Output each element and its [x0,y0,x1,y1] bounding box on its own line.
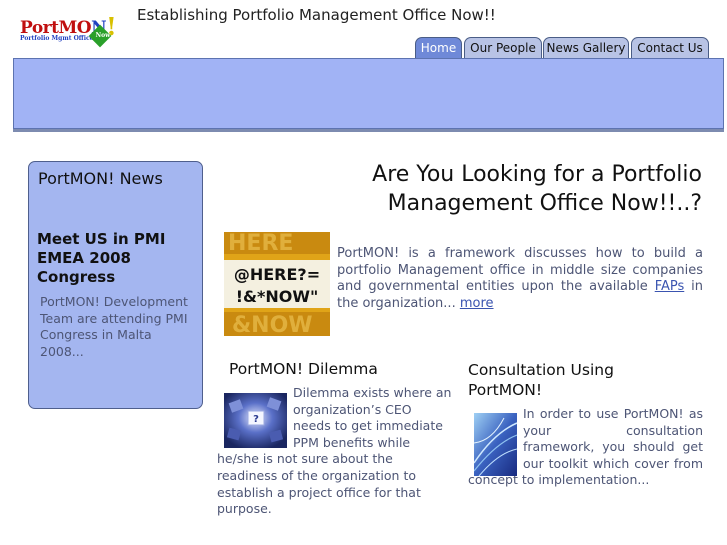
logo-subtitle: Portfolio Mgmt Office [20,35,94,42]
tab-home[interactable]: Home [415,37,462,59]
consultation-abstract-image [474,413,517,476]
tab-our-people[interactable]: Our People [464,37,542,58]
page-title: Are You Looking for a Portfolio Manageme… [372,162,702,216]
svg-text:?: ? [253,414,259,425]
svg-text:&NOW: &NOW [232,313,313,336]
here-now-line-1: @HERE?= [234,265,320,284]
news-headline[interactable]: Meet US in PMI EMEA 2008 Congress [37,230,197,287]
site-tagline: Establishing Portfolio Management Office… [137,6,496,24]
svg-text:HERE: HERE [228,232,293,256]
news-panel-title: PortMON! News [38,169,163,188]
consultation-title[interactable]: Consultation Using PortMON! [468,360,668,400]
intro-paragraph: PortMON! is a framework discusses how to… [337,246,704,311]
header-banner [13,58,724,129]
dilemma-title[interactable]: PortMON! Dilemma [229,360,378,378]
here-now-line-2: !&*NOW" [236,287,319,306]
tab-news-gallery[interactable]: News Gallery [543,37,629,58]
news-summary: PortMON! Development Team are attending … [40,294,188,359]
faps-link[interactable]: FAPs [655,279,685,294]
dilemma-keyboard-image: ? [224,393,287,448]
logo-badge-text: Now [95,32,111,39]
tab-contact-us[interactable]: Contact Us [631,37,709,58]
here-now-image: HERE &NOW @HERE?= !&*NOW" [224,232,330,336]
more-link[interactable]: more [460,296,494,311]
site-logo[interactable]: PortMON! Portfolio Mgmt Office Now [18,8,122,48]
banner-shadow [13,129,724,132]
